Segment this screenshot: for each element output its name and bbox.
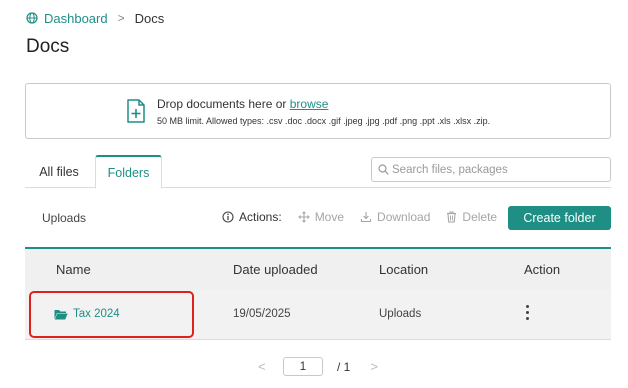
breadcrumb-separator: > xyxy=(117,11,125,25)
prev-page-button[interactable]: < xyxy=(258,359,268,374)
move-icon xyxy=(297,211,310,223)
download-label: Download xyxy=(377,210,431,224)
delete-button[interactable]: Delete xyxy=(446,210,497,224)
actions-label-text: Actions: xyxy=(239,210,282,224)
row-actions-menu-icon[interactable] xyxy=(522,305,532,325)
page-title: Docs xyxy=(26,36,70,57)
breadcrumb-dashboard-label: Dashboard xyxy=(44,10,108,26)
folder-link[interactable]: Tax 2024 xyxy=(54,308,120,320)
create-folder-button[interactable]: Create folder xyxy=(508,206,611,230)
delete-label: Delete xyxy=(462,210,498,224)
download-icon xyxy=(360,212,372,223)
table-row: Tax 2024 19/05/2025 Uploads xyxy=(25,290,611,340)
folder-date-uploaded: 19/05/2025 xyxy=(233,308,291,320)
page-number-input[interactable] xyxy=(283,357,323,376)
search-input[interactable] xyxy=(392,163,592,176)
actions-label: Actions: xyxy=(222,210,282,224)
search-icon xyxy=(378,164,389,175)
upload-dropzone[interactable]: Drop documents here or browse 50 MB limi… xyxy=(25,83,611,139)
info-icon xyxy=(222,211,234,223)
browse-link[interactable]: browse xyxy=(290,97,329,111)
dropzone-prompt: Drop documents here or xyxy=(157,97,287,111)
folder-location: Uploads xyxy=(379,308,422,320)
file-add-icon xyxy=(127,99,145,123)
column-header-action: Action xyxy=(524,262,561,277)
folder-name: Tax 2024 xyxy=(73,308,120,320)
tab-all-files[interactable]: All files xyxy=(31,155,87,188)
tab-folders[interactable]: Folders xyxy=(95,155,162,189)
page-total: / 1 xyxy=(337,359,351,374)
actions-bar: Actions: Move Download Delete xyxy=(222,209,513,225)
breadcrumb-current: Docs xyxy=(134,10,165,26)
column-header-location[interactable]: Location xyxy=(379,262,428,277)
search-box xyxy=(371,157,611,182)
column-header-name[interactable]: Name xyxy=(56,262,91,277)
move-button[interactable]: Move xyxy=(297,210,345,224)
trash-icon xyxy=(447,211,457,223)
globe-icon xyxy=(26,12,38,24)
current-folder-path: Uploads xyxy=(42,211,87,225)
pagination: < / 1 > xyxy=(258,357,380,376)
folder-open-icon xyxy=(54,309,68,319)
folders-table: Name Date uploaded Location Action Tax 2… xyxy=(25,247,611,340)
dropzone-limits: 50 MB limit. Allowed types: .csv .doc .d… xyxy=(157,116,491,126)
breadcrumb-dashboard-link[interactable]: Dashboard xyxy=(26,11,108,26)
move-label: Move xyxy=(314,210,345,224)
breadcrumb: Dashboard > Docs xyxy=(26,10,164,26)
column-header-date[interactable]: Date uploaded xyxy=(233,262,318,277)
next-page-button[interactable]: > xyxy=(370,359,380,374)
download-button[interactable]: Download xyxy=(360,210,430,224)
table-header: Name Date uploaded Location Action xyxy=(25,247,611,290)
